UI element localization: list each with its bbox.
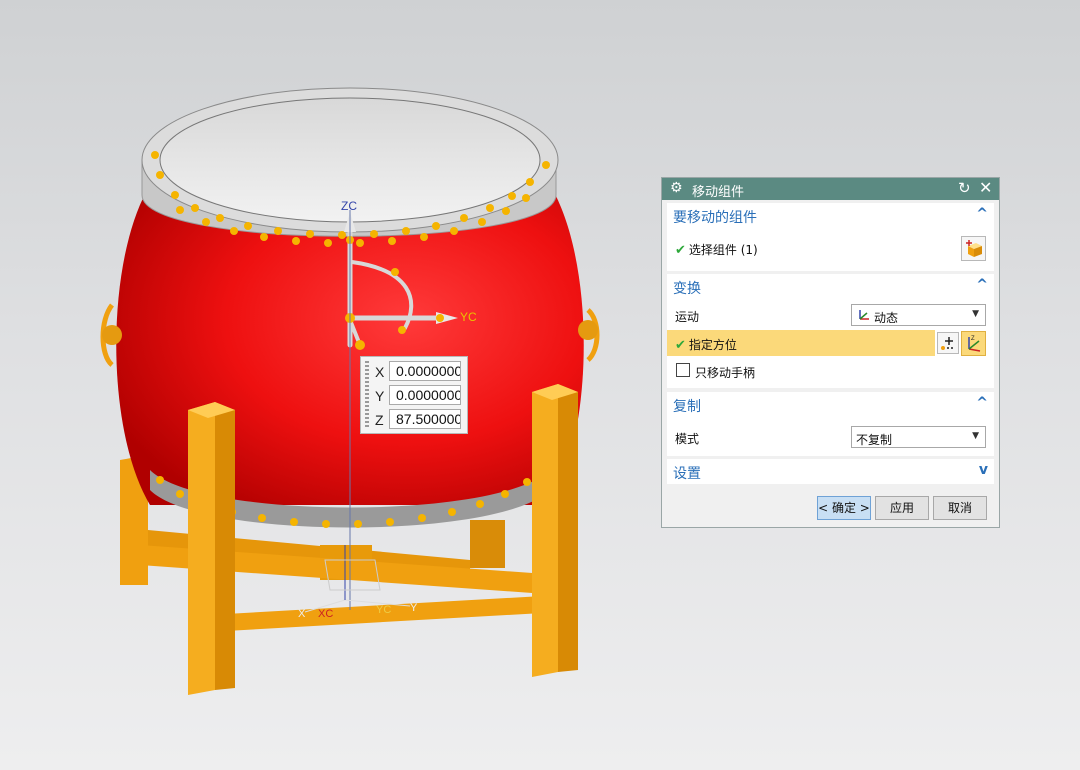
reset-icon[interactable]: ↻ [958,179,971,197]
copy-mode-label: 模式 [675,432,700,446]
dropdown-arrow-icon: ▼ [972,431,979,441]
motion-select[interactable]: 动态 ▼ [851,304,986,326]
select-component-row[interactable]: ✔ 选择组件 (1) [667,235,994,261]
section-settings-header[interactable]: 设置 v [667,459,994,483]
section-copy: 复制 ^ 模式 不复制 ▼ [667,392,994,456]
section-components-header[interactable]: 要移动的组件 ^ [667,203,994,227]
chevron-down-icon[interactable]: v [979,462,988,478]
dynamic-csys-icon [859,310,869,320]
coord-x-label: X [375,364,385,380]
specify-orientation-label: 指定方位 [688,338,737,352]
motion-label: 运动 [675,310,700,324]
axis-label-xc: XC [318,608,333,620]
move-component-dialog: ⚙ 移动组件 ↻ ✕ 要移动的组件 ^ ✔ 选择组件 (1) 变换 ^ 运动 动… [661,177,1000,528]
section-components: 要移动的组件 ^ ✔ 选择组件 (1) [667,203,994,271]
dropdown-arrow-icon: ▼ [972,309,979,319]
dialog-titlebar[interactable]: ⚙ 移动组件 ↻ ✕ [662,178,999,200]
check-icon: ✔ [675,338,686,353]
select-component-label: 选择组件 (1) [688,243,758,257]
section-components-title: 要移动的组件 [673,210,757,226]
axis-label-yc: YC [460,310,477,324]
close-icon[interactable]: ✕ [979,178,992,197]
coordinate-input-box: X Y Z [360,356,468,434]
axis-label-zc: ZC [341,199,357,213]
svg-text:Z: Z [971,336,975,342]
coord-y-input[interactable] [389,385,461,405]
coord-x-input[interactable] [389,361,461,381]
section-transform: 变换 ^ 运动 动态 ▼ ✔ 指定方位 Z 只移动手柄 [667,274,994,388]
copy-mode-select[interactable]: 不复制 ▼ [851,426,986,448]
csys-dialog-button[interactable]: Z [961,331,986,356]
axis-label-x: X [298,608,306,620]
only-move-handle-label: 只移动手柄 [695,366,756,380]
copy-mode-row: 模式 不复制 ▼ [667,424,994,450]
coord-z-label: Z [375,412,384,428]
component-cube-icon [966,240,982,257]
section-transform-title: 变换 [673,281,701,297]
chevron-up-icon[interactable]: ^ [976,206,988,222]
cancel-button[interactable]: 取消 [933,496,987,520]
coord-z-input[interactable] [389,409,461,429]
select-component-button[interactable] [961,236,986,261]
csys-icon: Z [968,336,981,352]
axis-label-yc-triad: YC [376,604,391,616]
chevron-up-icon[interactable]: ^ [976,395,988,411]
chevron-up-icon[interactable]: ^ [976,277,988,293]
section-transform-header[interactable]: 变换 ^ [667,274,994,298]
section-copy-header[interactable]: 复制 ^ [667,392,994,416]
gear-icon: ⚙ [670,180,683,196]
ok-button[interactable]: < 确定 > [817,496,871,520]
only-move-handle-checkbox[interactable] [676,363,690,377]
dialog-title: 移动组件 [692,185,745,200]
only-move-handle-row[interactable]: 只移动手柄 [667,358,994,384]
motion-select-value: 动态 [874,311,899,325]
check-icon: ✔ [675,243,686,258]
copy-mode-value: 不复制 [856,433,893,447]
section-copy-title: 复制 [673,399,701,415]
point-dialog-button[interactable] [937,332,959,354]
point-plus-icon [941,337,953,350]
section-settings: 设置 v [667,459,994,484]
apply-button[interactable]: 应用 [875,496,929,520]
coord-y-label: Y [375,388,385,404]
section-settings-title: 设置 [673,466,701,482]
axis-label-y: Y [410,602,418,614]
specify-orientation-row[interactable]: ✔ 指定方位 [667,330,935,356]
motion-row: 运动 动态 ▼ [667,302,994,328]
